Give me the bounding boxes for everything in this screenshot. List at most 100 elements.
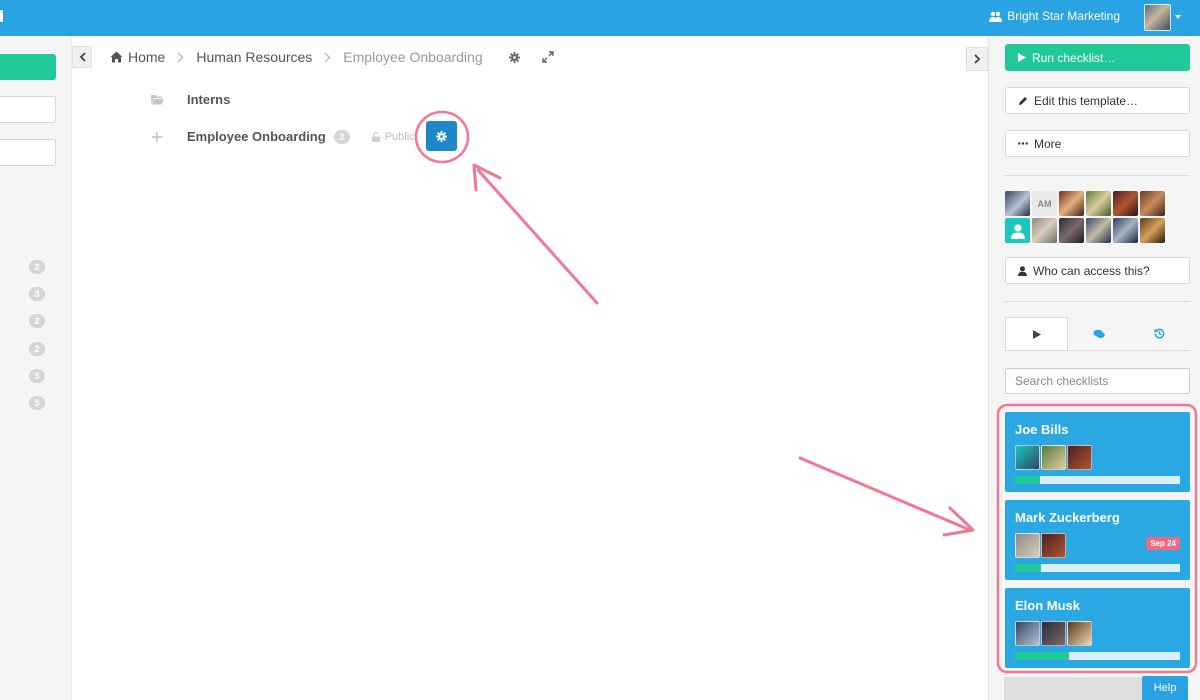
folder-count-badge: 5 xyxy=(29,396,45,410)
users-icon xyxy=(989,11,1003,22)
breadcrumb-home[interactable]: Home xyxy=(110,49,165,65)
folder-open-icon xyxy=(150,94,164,106)
edit-template-button[interactable]: Edit this template… xyxy=(1005,87,1190,114)
breadcrumb-home-label: Home xyxy=(128,49,166,65)
checklist-progress-bar xyxy=(1015,652,1180,660)
avatar[interactable] xyxy=(1086,191,1111,216)
annotation-arrow xyxy=(476,168,599,305)
avatar[interactable] xyxy=(1032,218,1057,243)
chevron-right-icon xyxy=(324,52,331,62)
folder-count-badge: 2 xyxy=(29,314,45,328)
avatar xyxy=(1015,445,1040,470)
avatar xyxy=(1067,445,1092,470)
avatar-initials[interactable]: AM xyxy=(1032,191,1057,216)
checklist-card[interactable]: Joe Bills xyxy=(1005,412,1190,492)
divider xyxy=(1005,301,1190,302)
breadcrumb-current: Employee Onboarding xyxy=(343,49,483,65)
visibility-label: Public xyxy=(371,130,415,143)
checklist-progress-bar xyxy=(1015,476,1180,484)
folder-count-badge: 3 xyxy=(29,369,45,383)
user-silhouette-icon xyxy=(1010,223,1025,239)
avatar[interactable] xyxy=(1059,191,1084,216)
checklist-name: Joe Bills xyxy=(1015,422,1069,437)
filter-input[interactable] xyxy=(0,96,56,123)
template-name: Employee Onboarding xyxy=(187,129,326,144)
ellipsis-icon xyxy=(1018,142,1028,145)
tab-history[interactable] xyxy=(1129,317,1190,350)
user-icon xyxy=(1018,265,1027,276)
avatar xyxy=(1067,621,1092,646)
user-menu-caret-icon[interactable] xyxy=(1175,15,1181,19)
chevron-right-icon xyxy=(177,52,184,62)
app-logo-edge xyxy=(0,10,3,22)
gear-icon[interactable] xyxy=(509,52,520,63)
folder-count-badge: 2 xyxy=(29,260,45,274)
expand-icon[interactable] xyxy=(542,51,554,63)
search-checklists-input[interactable] xyxy=(1005,368,1190,394)
avatar[interactable] xyxy=(1086,218,1111,243)
tab-comments[interactable] xyxy=(1068,317,1129,350)
plus-icon[interactable] xyxy=(150,131,164,143)
member-avatar-grid: AM xyxy=(1005,191,1173,243)
left-sidebar: 2 3 2 2 3 5 xyxy=(0,36,72,700)
breadcrumb-human-resources[interactable]: Human Resources xyxy=(196,49,312,65)
checklist-progress-bar xyxy=(1015,564,1180,572)
collapse-left-sidebar-button[interactable] xyxy=(72,46,92,68)
run-checklist-button[interactable]: Run checklist… xyxy=(1005,44,1190,71)
top-bar: Bright Star Marketing xyxy=(0,0,1200,36)
avatar-placeholder[interactable] xyxy=(1005,218,1030,243)
right-panel-tabs xyxy=(1005,317,1190,351)
checklist-card[interactable]: Elon Musk xyxy=(1005,588,1190,668)
progress-fill xyxy=(1015,652,1070,660)
folder-row-interns[interactable]: Interns xyxy=(150,92,230,107)
divider xyxy=(1005,175,1190,176)
checklist-members xyxy=(1015,621,1092,646)
more-button[interactable]: More xyxy=(1005,130,1190,157)
edit-template-label: Edit this template… xyxy=(1034,93,1139,108)
organization-switcher[interactable]: Bright Star Marketing xyxy=(989,9,1120,23)
gear-icon xyxy=(436,130,447,142)
template-settings-button[interactable] xyxy=(426,121,457,151)
avatar[interactable] xyxy=(1059,218,1084,243)
annotation-arrowhead xyxy=(472,163,502,192)
checklist-card[interactable]: Mark Zuckerberg Sep 24 xyxy=(1005,500,1190,580)
template-count-badge: 3 xyxy=(333,129,350,144)
run-checklist-label: Run checklist… xyxy=(1032,50,1116,65)
avatar[interactable] xyxy=(1140,218,1165,243)
history-icon xyxy=(1154,328,1165,339)
avatar xyxy=(1041,621,1066,646)
annotation-arrow xyxy=(798,456,972,532)
avatar[interactable] xyxy=(1113,191,1138,216)
progress-fill xyxy=(1015,564,1042,572)
unlock-icon xyxy=(371,131,380,142)
checklist-members xyxy=(1015,533,1066,558)
who-can-access-button[interactable]: Who can access this? xyxy=(1005,257,1190,284)
help-button[interactable]: Help xyxy=(1142,676,1188,700)
new-button[interactable] xyxy=(0,54,56,80)
collapse-right-sidebar-button[interactable] xyxy=(966,47,988,71)
avatar xyxy=(1015,533,1040,558)
more-label: More xyxy=(1034,136,1062,151)
checklist-name: Mark Zuckerberg xyxy=(1015,510,1120,525)
chevron-left-icon xyxy=(79,52,86,62)
filter-select[interactable] xyxy=(0,139,56,166)
progress-fill xyxy=(1015,476,1040,484)
folder-count-badge: 3 xyxy=(29,287,45,301)
checklist-name: Elon Musk xyxy=(1015,598,1081,613)
avatar[interactable] xyxy=(1140,191,1165,216)
avatar xyxy=(1041,445,1066,470)
folder-count-badge: 2 xyxy=(29,342,45,356)
template-row-employee-onboarding[interactable]: Employee Onboarding 3 Public xyxy=(150,129,415,144)
who-can-access-label: Who can access this? xyxy=(1033,263,1150,278)
chevron-right-icon xyxy=(973,54,980,64)
folder-name: Interns xyxy=(187,92,231,107)
user-avatar[interactable] xyxy=(1144,4,1171,31)
tab-active-checklists[interactable] xyxy=(1005,317,1068,350)
avatar[interactable] xyxy=(1113,218,1138,243)
visibility-text: Public xyxy=(384,130,415,143)
avatar[interactable] xyxy=(1005,191,1030,216)
play-icon xyxy=(1032,329,1041,339)
due-date-badge: Sep 24 xyxy=(1146,537,1180,550)
avatar xyxy=(1041,533,1066,558)
pencil-icon xyxy=(1019,96,1027,105)
